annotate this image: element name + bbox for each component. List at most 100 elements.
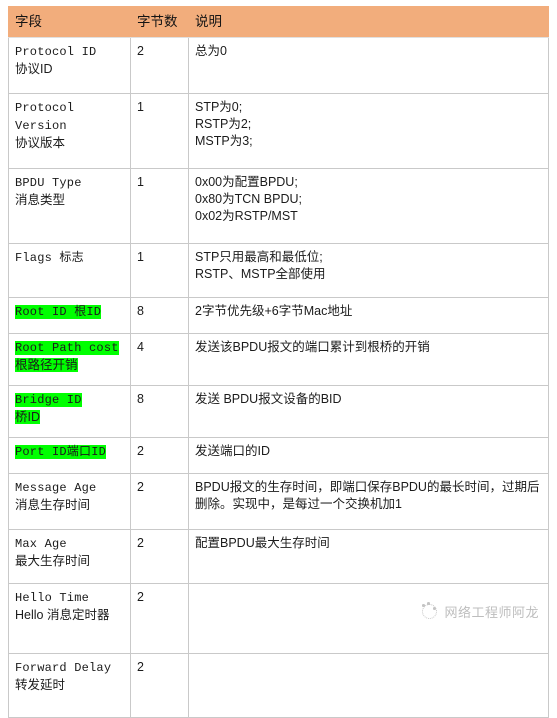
table-row: Flags 标志 1 STP只用最高和最低位; RSTP、MSTP全部使用 [8, 243, 549, 298]
cell-description-max-age: 配置BPDU最大生存时间 [188, 529, 549, 584]
description-line: 0x80为TCN BPDU; [195, 192, 302, 206]
table-row: Message Age 消息生存时间 2 BPDU报文的生存时间，即端口保存BPDU的… [8, 473, 549, 530]
cell-field-port-id: Port ID端口ID [8, 437, 131, 474]
cell-field-max-age: Max Age 最大生存时间 [8, 529, 131, 584]
field-name-en-text: Port ID端口ID [15, 445, 107, 459]
field-name-cn: 最大生存时间 [15, 553, 124, 570]
cell-bytes-bridge-id: 8 [130, 385, 189, 438]
description-line: 配置BPDU最大生存时间 [195, 536, 330, 550]
cell-description-hello-time [188, 583, 549, 654]
description-line: BPDU报文的生存时间，即端口保存BPDU的最长时间，过期后删除。实现中，是每过… [195, 480, 540, 511]
field-name-cn: 消息生存时间 [15, 497, 124, 514]
cell-bytes-root-id: 8 [130, 297, 189, 334]
field-name-cn-text: 桥ID [15, 410, 41, 424]
cell-field-bridge-id: Bridge ID 桥ID [8, 385, 131, 438]
cell-bytes-root-path-cost: 4 [130, 333, 189, 386]
field-name-en-text: Bridge ID [15, 393, 82, 407]
cell-bytes-flags: 1 [130, 243, 189, 298]
field-name-en-text: Hello Time [15, 591, 90, 605]
description-line: 发送 BPDU报文设备的BID [195, 392, 342, 406]
table-row: Port ID端口ID 2 发送端口的ID [8, 437, 549, 474]
cell-description-forward-delay [188, 653, 549, 718]
cell-description-root-path-cost: 发送该BPDU报文的端口累计到根桥的开销 [188, 333, 549, 386]
field-name-cn: 桥ID [15, 409, 124, 426]
cell-field-root-path-cost: Root Path cost 根路径开销 [8, 333, 131, 386]
field-name-cn-text: 根路径开销 [15, 358, 78, 372]
description-line: 总为0 [195, 44, 227, 58]
table-row: Forward Delay 转发延时 2 [8, 653, 549, 718]
cell-field-protocol-id: Protocol ID 协议ID [8, 37, 131, 94]
cell-field-forward-delay: Forward Delay 转发延时 [8, 653, 131, 718]
field-name-cn-text: 协议ID [15, 62, 53, 76]
cell-description-flags: STP只用最高和最低位; RSTP、MSTP全部使用 [188, 243, 549, 298]
cell-description-bridge-id: 发送 BPDU报文设备的BID [188, 385, 549, 438]
cell-bytes-max-age: 2 [130, 529, 189, 584]
field-name-cn-text: 转发延时 [15, 678, 66, 692]
cell-field-message-age: Message Age 消息生存时间 [8, 473, 131, 530]
field-name-cn-text: 最大生存时间 [15, 554, 91, 568]
cell-description-protocol-version: STP为0; RSTP为2; MSTP为3; [188, 93, 549, 169]
description-line: RSTP、MSTP全部使用 [195, 267, 326, 281]
field-name-cn: 协议版本 [15, 135, 124, 152]
table-row: Root ID 根ID 8 2字节优先级+6字节Mac地址 [8, 297, 549, 334]
cell-bytes-bpdu-type: 1 [130, 168, 189, 244]
field-name-en-text: Root Path cost [15, 341, 119, 355]
table-header: 字段 字节数 说明 [8, 6, 549, 38]
field-name-en: Flags 标志 [15, 249, 124, 267]
field-name-en: BPDU Type [15, 174, 124, 192]
field-name-cn: 协议ID [15, 61, 124, 78]
table-body: Protocol ID 协议ID 2 总为0 Protocol Version 协议版本 1… [8, 37, 549, 718]
description-line: 0x02为RSTP/MST [195, 209, 298, 223]
table-row: Protocol Version 协议版本 1 STP为0; RSTP为2; MSTP为3… [8, 93, 549, 169]
table-row: Protocol ID 协议ID 2 总为0 [8, 37, 549, 94]
cell-field-flags: Flags 标志 [8, 243, 131, 298]
description-line: RSTP为2; [195, 117, 252, 131]
description-line: 发送端口的ID [195, 444, 271, 458]
cell-bytes-protocol-version: 1 [130, 93, 189, 169]
field-name-en: Port ID端口ID [15, 443, 124, 461]
field-name-cn: 转发延时 [15, 677, 124, 694]
field-name-en: Root ID 根ID [15, 303, 124, 321]
cell-bytes-port-id: 2 [130, 437, 189, 474]
field-name-en: Max Age [15, 535, 124, 553]
cell-bytes-hello-time: 2 [130, 583, 189, 654]
cell-field-root-id: Root ID 根ID [8, 297, 131, 334]
table-header-row: 字段 字节数 说明 [8, 6, 549, 38]
field-name-en-text: Forward Delay [15, 661, 112, 675]
table-row: Bridge ID 桥ID 8 发送 BPDU报文设备的BID [8, 385, 549, 438]
field-name-en: Protocol Version [15, 99, 124, 135]
field-name-cn-text: Hello 消息定时器 [15, 608, 110, 622]
field-name-cn-text: 消息生存时间 [15, 498, 91, 512]
cell-field-bpdu-type: BPDU Type 消息类型 [8, 168, 131, 244]
cell-description-bpdu-type: 0x00为配置BPDU; 0x80为TCN BPDU; 0x02为RSTP/MST [188, 168, 549, 244]
table-row: Max Age 最大生存时间 2 配置BPDU最大生存时间 [8, 529, 549, 584]
bpdu-fields-table: 字段 字节数 说明 Protocol ID 协议ID 2 总为0 Protocol Ve… [8, 6, 549, 718]
field-name-cn: Hello 消息定时器 [15, 607, 124, 624]
cell-bytes-protocol-id: 2 [130, 37, 189, 94]
cell-bytes-forward-delay: 2 [130, 653, 189, 718]
field-name-cn: 消息类型 [15, 192, 124, 209]
field-name-en: Message Age [15, 479, 124, 497]
field-name-cn: 根路径开销 [15, 357, 124, 374]
field-name-cn-text: 协议版本 [15, 136, 66, 150]
field-name-en-text: Protocol ID [15, 45, 97, 59]
table-row: BPDU Type 消息类型 1 0x00为配置BPDU; 0x80为TCN BPDU;… [8, 168, 549, 244]
field-name-en-text: Flags 标志 [15, 251, 84, 265]
field-name-en-text: BPDU Type [15, 176, 82, 190]
field-name-en-text: Protocol Version [15, 101, 75, 133]
field-name-en: Root Path cost [15, 339, 124, 357]
field-name-en-text: Message Age [15, 481, 97, 495]
description-line: 0x00为配置BPDU; [195, 175, 298, 189]
table-row: Hello Time Hello 消息定时器 2 [8, 583, 549, 654]
cell-field-protocol-version: Protocol Version 协议版本 [8, 93, 131, 169]
field-name-en: Forward Delay [15, 659, 124, 677]
field-name-en: Protocol ID [15, 43, 124, 61]
cell-description-port-id: 发送端口的ID [188, 437, 549, 474]
cell-description-root-id: 2字节优先级+6字节Mac地址 [188, 297, 549, 334]
cell-description-message-age: BPDU报文的生存时间，即端口保存BPDU的最长时间，过期后删除。实现中，是每过… [188, 473, 549, 530]
description-line: MSTP为3; [195, 134, 253, 148]
description-line: STP只用最高和最低位; [195, 250, 323, 264]
column-header-bytes: 字节数 [130, 6, 189, 38]
field-name-en: Hello Time [15, 589, 124, 607]
cell-description-protocol-id: 总为0 [188, 37, 549, 94]
